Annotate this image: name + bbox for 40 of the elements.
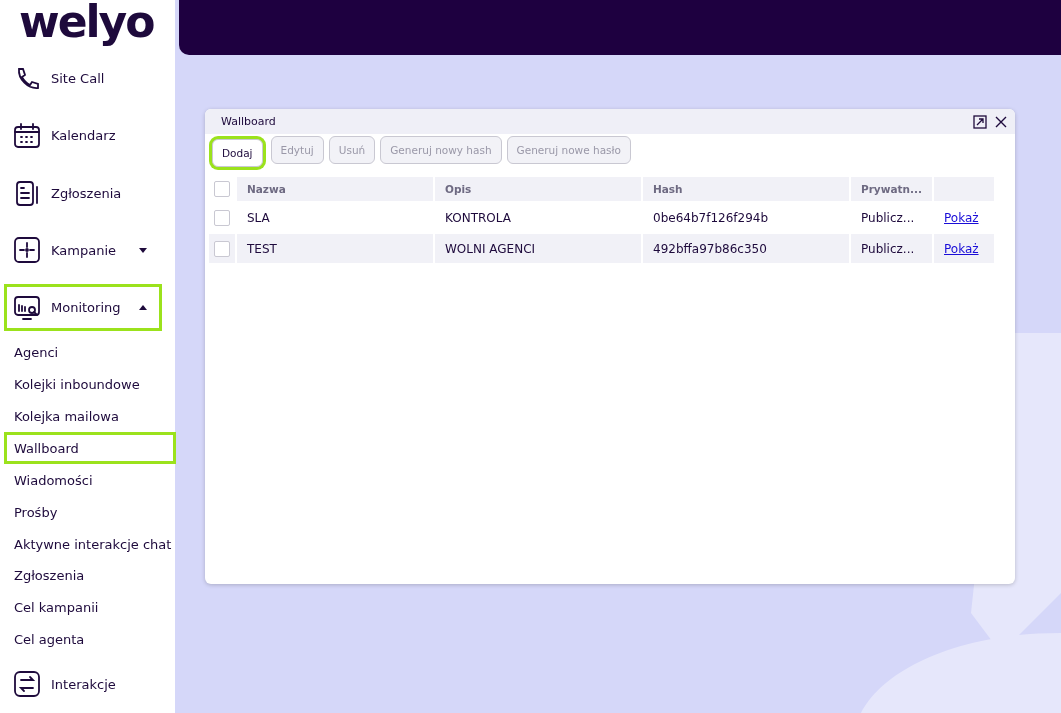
column-header[interactable]: Opis [435, 177, 641, 201]
column-header[interactable]: Nazwa [237, 177, 433, 201]
select-all-checkbox[interactable] [214, 181, 230, 197]
nav-subitem[interactable]: Wallboard [4, 432, 176, 465]
nav-item[interactable]: Kampanie [4, 226, 162, 275]
nav-subitem[interactable]: Kolejki inboundowe [4, 368, 176, 401]
table-cell: Publicz... [851, 234, 932, 263]
nav-item[interactable]: Interakcje [4, 660, 162, 709]
nav-item[interactable]: Site Call [4, 55, 162, 103]
toolbar-button[interactable]: Dodaj [212, 139, 263, 167]
nav-subitem[interactable]: Zgłoszenia [4, 559, 176, 592]
row-checkbox[interactable] [214, 209, 230, 226]
arrows-swap-icon [13, 670, 41, 699]
window-title: Wallboard [221, 115, 277, 128]
caret-down-icon [139, 248, 147, 253]
calendar-icon [13, 121, 41, 150]
nav-subitem[interactable]: Prośby [4, 496, 176, 529]
popout-icon[interactable] [973, 114, 987, 129]
logo: welyo [18, 0, 155, 49]
caret-up-icon [139, 305, 147, 311]
nav-subitem[interactable]: Cel kampanii [4, 591, 176, 624]
table-cell: TEST [237, 234, 433, 263]
column-header[interactable]: Prywatn... [851, 177, 932, 201]
nav-subitem[interactable]: Cel agenta [4, 623, 176, 656]
close-icon[interactable] [995, 115, 1007, 128]
column-header[interactable]: Hash [643, 177, 849, 201]
row-checkbox[interactable] [214, 240, 230, 257]
nav-subitem[interactable]: Agenci [4, 336, 176, 369]
nav-item[interactable]: Zgłoszenia [4, 169, 162, 217]
nav-subitem[interactable]: Aktywne interakcje chat [4, 528, 176, 560]
show-link[interactable]: Pokaż [944, 241, 979, 256]
document-icon [13, 179, 41, 208]
table-cell: 492bffa97b86c350 [643, 234, 849, 263]
table-cell: WOLNI AGENCI [435, 234, 641, 263]
nav-subitem[interactable]: Wiadomości [4, 464, 176, 497]
nav-item[interactable]: Monitoring [4, 284, 162, 332]
nav-subitem[interactable]: Kolejka mailowa [4, 400, 176, 433]
nav-item[interactable]: Kalendarz [4, 112, 162, 160]
monitor-search-icon [13, 293, 41, 322]
show-link[interactable]: Pokaż [944, 210, 979, 225]
